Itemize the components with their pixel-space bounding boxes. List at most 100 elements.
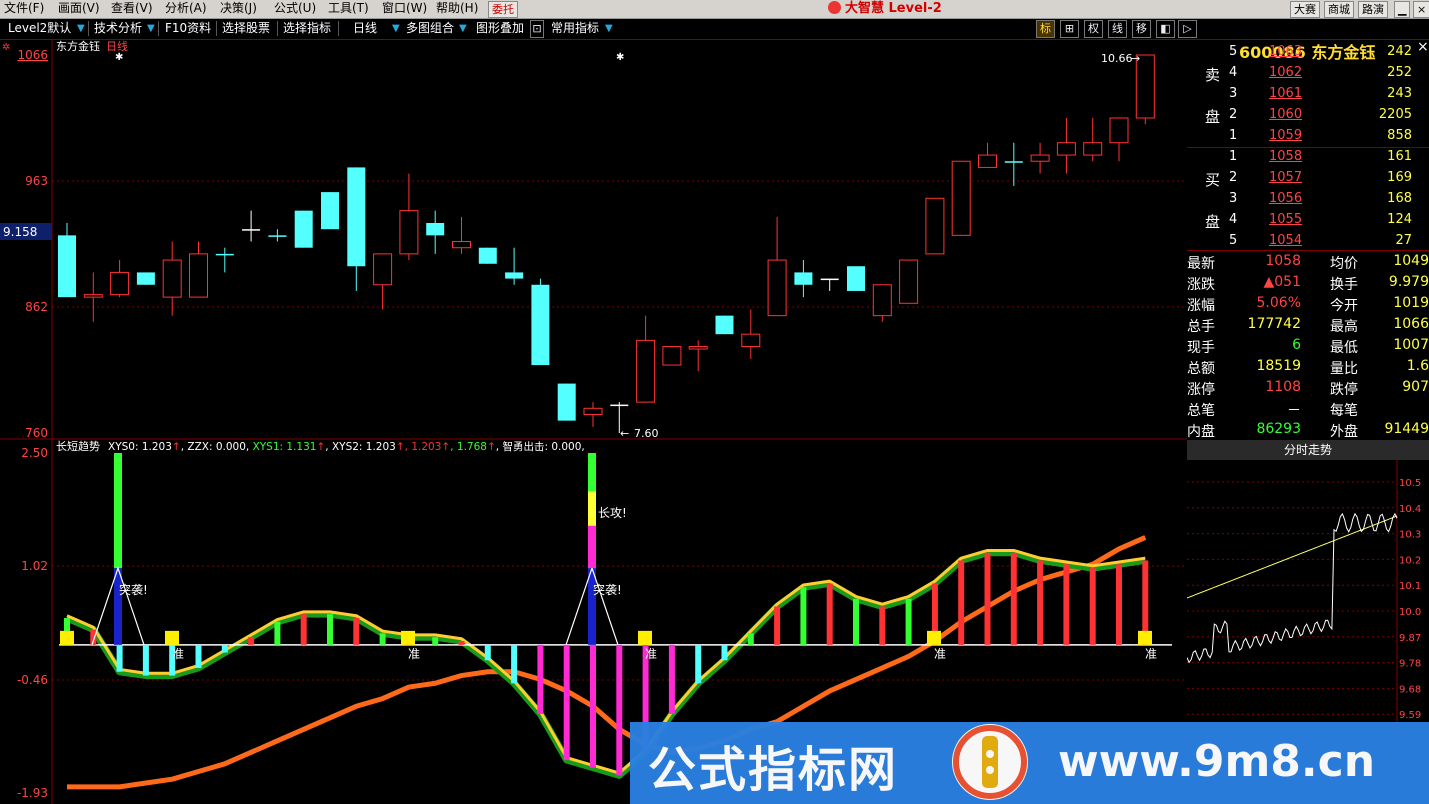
mall-button[interactable]: 商城	[1324, 1, 1354, 18]
chart-area[interactable]: 1066 963 862 760 9.158 ✲ 东方金钰 日线 ✱ ✱ 10.…	[0, 40, 1187, 804]
panel-toggle-icon[interactable]: ◧	[1156, 20, 1175, 38]
indicator-bar	[195, 644, 202, 668]
divider	[1187, 250, 1429, 251]
ready-marker	[60, 630, 74, 645]
quote-value: ▲051	[1263, 274, 1302, 290]
quote-key: 总手	[1187, 319, 1215, 335]
minute-tick-label: 9.68	[1399, 684, 1421, 695]
menu-screen[interactable]: 画面(V)	[58, 1, 100, 16]
indicator-bar	[511, 644, 518, 684]
toolbar-period-daily[interactable]: 日线	[353, 20, 377, 37]
minute-tick-label: 10.3	[1399, 530, 1421, 541]
toolbar-tech-analysis[interactable]: 技术分析	[94, 20, 142, 37]
entrust-button[interactable]: 委托	[488, 1, 518, 18]
toolbar-separator	[88, 21, 89, 36]
star-marker-icon: ✱	[616, 52, 624, 63]
indicator-bar	[327, 614, 333, 645]
quote-value: 1049	[1393, 253, 1429, 269]
contest-button[interactable]: 大赛	[1290, 1, 1320, 18]
indicator-bar	[616, 644, 623, 776]
toolbar-multi-chart[interactable]: 多图组合	[406, 20, 454, 37]
quote-row: 涨跌 ▲051 换手 9.979	[1187, 274, 1429, 295]
level-price: 1062	[1269, 65, 1303, 80]
quote-key: 现手	[1187, 340, 1215, 356]
mode-rights-button[interactable]: 权	[1084, 20, 1103, 38]
sell-level-row[interactable]: 5 1063 242	[1187, 44, 1429, 65]
menu-tools[interactable]: 工具(T)	[328, 1, 369, 16]
candle-body	[136, 272, 155, 285]
sell-level-row[interactable]: 1 1059 858	[1187, 128, 1429, 149]
level-volume: 243	[1387, 86, 1412, 101]
menu-window[interactable]: 窗口(W)	[382, 1, 427, 16]
sell-level-row[interactable]: 3 1061 243	[1187, 86, 1429, 107]
indicator-readout-field: , XYS2: 1.203	[325, 441, 396, 453]
indicator-bar	[142, 644, 149, 676]
spike-bar	[114, 453, 122, 569]
toolbar-select-stock[interactable]: 选择股票	[222, 20, 270, 37]
lock-icon[interactable]: ⊡	[530, 20, 544, 38]
quote-panel: 卖 盘 买 盘 5 1063 242 4 1062 252 3 1061 243 2 1060 220…	[1187, 40, 1429, 440]
quote-key: 最高	[1330, 319, 1358, 335]
quote-row: 最新 1058 均价 1049	[1187, 253, 1429, 274]
menu-help[interactable]: 帮助(H)	[436, 1, 478, 16]
toolbar-overlay[interactable]: 图形叠加	[476, 20, 524, 37]
toolbar-level2-default[interactable]: Level2默认	[8, 20, 71, 37]
level-volume: 124	[1387, 212, 1412, 227]
candle-body	[321, 192, 339, 230]
indicator-bar	[826, 583, 833, 645]
mode-line-button[interactable]: 线	[1108, 20, 1127, 38]
quote-value: 1066	[1393, 316, 1429, 332]
low-arrow-icon: ←	[620, 427, 629, 440]
indicator-bar	[1037, 560, 1044, 645]
sell-level-row[interactable]: 4 1062 252	[1187, 65, 1429, 86]
indicator-name: 长短趋势	[56, 439, 100, 453]
quote-value: 9.979	[1388, 274, 1429, 290]
buy-level-row[interactable]: 2 1057 169	[1187, 170, 1429, 191]
level-volume: 161	[1387, 149, 1412, 164]
toolbar-select-indicator[interactable]: 选择指标	[283, 20, 331, 37]
indicator-bar	[853, 598, 859, 645]
menu-analysis[interactable]: 分析(A)	[165, 1, 207, 16]
dropdown-arrow-icon[interactable]: ▼	[392, 20, 400, 37]
app-title: 大智慧 Level-2	[828, 0, 942, 18]
ready-marker	[401, 630, 415, 645]
level-volume: 168	[1387, 191, 1412, 206]
mode-standard-button[interactable]: 标	[1036, 20, 1055, 38]
quote-key: 每笔	[1330, 403, 1358, 419]
indicator-bar	[721, 644, 728, 661]
buy-level-row[interactable]: 4 1055 124	[1187, 212, 1429, 233]
minute-chart-tab[interactable]: 分时走势	[1187, 440, 1429, 460]
sell-level-row[interactable]: 2 1060 2205	[1187, 107, 1429, 128]
candle-body	[767, 259, 787, 317]
indicator-tick-label: -0.46	[17, 673, 48, 687]
dropdown-arrow-icon[interactable]: ▼	[605, 20, 613, 37]
indicator-readout-field: ↑	[441, 441, 450, 453]
level-number: 1	[1229, 149, 1238, 164]
quote-value: 1.6	[1406, 358, 1429, 374]
toolbar-common-indicators[interactable]: 常用指标	[551, 20, 599, 37]
window-close-icon[interactable]: ×	[1413, 1, 1429, 18]
play-icon[interactable]: ▷	[1178, 20, 1197, 38]
buy-level-row[interactable]: 3 1056 168	[1187, 191, 1429, 212]
candle-body	[741, 333, 761, 348]
toolbar-f10[interactable]: F10资料	[165, 20, 211, 37]
mode-grid-button[interactable]: ⊞	[1060, 20, 1079, 38]
buy-level-row[interactable]: 1 1058 161	[1187, 149, 1429, 170]
minimize-icon[interactable]: ▁	[1394, 1, 1411, 18]
level-price: 1061	[1269, 86, 1303, 101]
ready-marker	[927, 630, 941, 645]
menu-file[interactable]: 文件(F)	[4, 1, 44, 16]
menu-formula[interactable]: 公式(U)	[274, 1, 316, 16]
minute-tick-label: 10.0	[1399, 607, 1421, 618]
toolbar: Level2默认 ▼ 技术分析 ▼ F10资料 选择股票 选择指标 日线 ▼ 多…	[0, 19, 1429, 62]
indicator-bar	[1089, 568, 1096, 645]
menu-view[interactable]: 查看(V)	[111, 1, 153, 16]
level-volume: 2205	[1378, 107, 1412, 122]
dropdown-arrow-icon[interactable]: ▼	[459, 20, 467, 37]
menu-decision[interactable]: 决策(J)	[220, 1, 257, 16]
quote-row: 涨幅 5.06% 今开 1019	[1187, 295, 1429, 316]
roadshow-button[interactable]: 路演	[1358, 1, 1388, 18]
mode-move-button[interactable]: 移	[1132, 20, 1151, 38]
dropdown-arrow-icon[interactable]: ▼	[147, 20, 155, 37]
dropdown-arrow-icon[interactable]: ▼	[77, 20, 85, 37]
